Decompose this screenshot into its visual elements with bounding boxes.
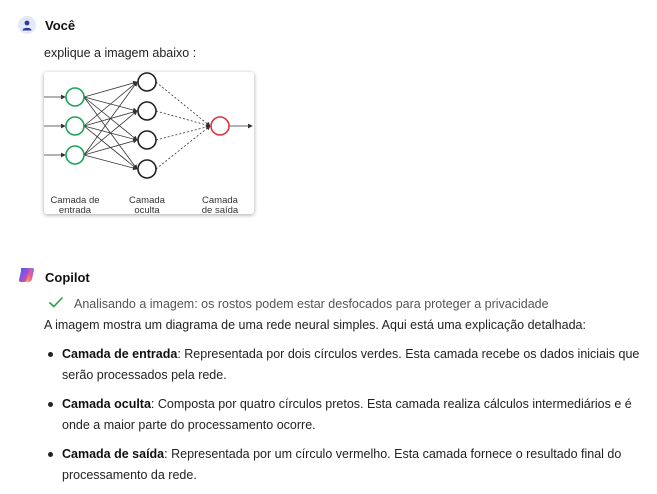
- user-author-name: Você: [45, 17, 76, 33]
- hidden-node: [137, 72, 157, 92]
- copilot-logo-icon: [18, 266, 36, 289]
- input-layer-label-line2: entrada: [59, 205, 92, 214]
- bullet-term: Camada de entrada: [62, 347, 178, 361]
- hidden-layer-label-line2: oculta: [134, 205, 160, 214]
- analysis-status: Analisando a imagem: os rostos podem est…: [48, 296, 549, 311]
- list-item: Camada oculta: Composta por quatro círcu…: [44, 394, 649, 436]
- edge-input-hidden: [83, 154, 138, 171]
- analysis-status-text: Analisando a imagem: os rostos podem est…: [74, 296, 549, 311]
- user-message-text: explique a imagem abaixo :: [44, 46, 197, 60]
- response-intro: A imagem mostra um diagrama de uma rede …: [44, 318, 586, 332]
- edge-hidden-output: [155, 124, 211, 141]
- copilot-message-header: Copilot: [18, 266, 90, 289]
- list-item: Camada de entrada: Representada por dois…: [44, 344, 649, 386]
- edge-input-hidden: [83, 81, 138, 127]
- bullet-term: Camada oculta: [62, 397, 151, 411]
- output-layer-label-line2: de saída: [202, 205, 239, 214]
- output-node: [210, 116, 230, 136]
- edge-hidden-output: [155, 110, 211, 128]
- checkmark-icon: [48, 296, 64, 311]
- hidden-node: [137, 101, 157, 121]
- hidden-node: [137, 130, 157, 150]
- edge-input-hidden: [83, 80, 138, 98]
- response-bullet-list: Camada de entrada: Representada por dois…: [44, 344, 649, 494]
- edge-hidden-output: [155, 81, 211, 127]
- user-avatar-icon: [18, 16, 36, 34]
- input-node: [65, 87, 85, 107]
- input-node: [65, 116, 85, 136]
- copilot-author-name: Copilot: [45, 270, 90, 285]
- list-item: Camada de saída: Representada por um cír…: [44, 444, 649, 486]
- edge-input-hidden: [83, 81, 138, 156]
- bullet-term: Camada de saída: [62, 447, 165, 461]
- attached-image[interactable]: Camada de entrada Camada oculta Camada d…: [44, 72, 254, 214]
- neural-network-diagram: Camada de entrada Camada oculta Camada d…: [44, 72, 253, 214]
- user-message-header: Você: [18, 16, 75, 34]
- edge-hidden-output: [155, 125, 211, 170]
- input-node: [65, 145, 85, 165]
- edge-input-hidden: [83, 138, 138, 156]
- hidden-node: [137, 159, 157, 179]
- edge-input-hidden: [83, 110, 138, 156]
